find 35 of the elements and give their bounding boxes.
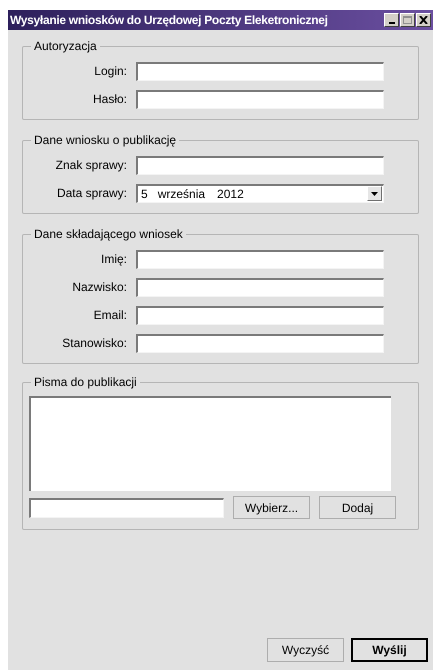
text-field[interactable] (136, 156, 384, 174)
field-label: Login: (93, 63, 128, 80)
dialog-button[interactable]: Wybierz... (233, 496, 310, 519)
text-field[interactable] (136, 334, 384, 352)
field-label: Znak sprawy: (54, 157, 128, 174)
maximize-icon[interactable] (400, 13, 415, 27)
close-icon[interactable] (416, 13, 431, 27)
caret-icon (371, 192, 378, 196)
dialog-button[interactable]: Wyczyść (267, 638, 344, 662)
field-label: Email: (92, 307, 128, 324)
minimize-icon[interactable] (384, 13, 399, 27)
field-label: Nazwisko: (71, 279, 128, 296)
dropdown-button[interactable] (367, 186, 382, 201)
text-field[interactable] (136, 278, 384, 296)
window-title: Wysyłanie wniosków do Urzędowej Poczty Eleketronicznej (10, 12, 329, 29)
group-title: Autoryzacja (31, 38, 100, 54)
field-label: Stanowisko: (61, 335, 128, 352)
dialog-button[interactable]: Dodaj (319, 496, 396, 519)
date-year: 2012 (217, 186, 244, 202)
file-path-field[interactable] (29, 498, 224, 518)
text-field[interactable] (136, 90, 384, 108)
date-month: września (158, 186, 206, 202)
group-title: Dane składającego wniosek (31, 226, 186, 242)
text-field[interactable] (136, 62, 384, 80)
date-picker[interactable]: 5 września 2012 (136, 184, 384, 202)
group-title: Dane wniosku o publikację (31, 132, 180, 148)
text-field[interactable] (136, 250, 384, 268)
dialog-button[interactable]: Wyślij (351, 638, 428, 662)
field-label: Imię: (100, 251, 128, 268)
group-title: Pisma do publikacji (31, 374, 140, 390)
field-label: Hasło: (92, 91, 128, 108)
date-day: 5 (141, 184, 148, 202)
text-field[interactable] (136, 306, 384, 324)
file-list[interactable] (29, 396, 391, 491)
field-label: Data sprawy: (56, 185, 128, 202)
